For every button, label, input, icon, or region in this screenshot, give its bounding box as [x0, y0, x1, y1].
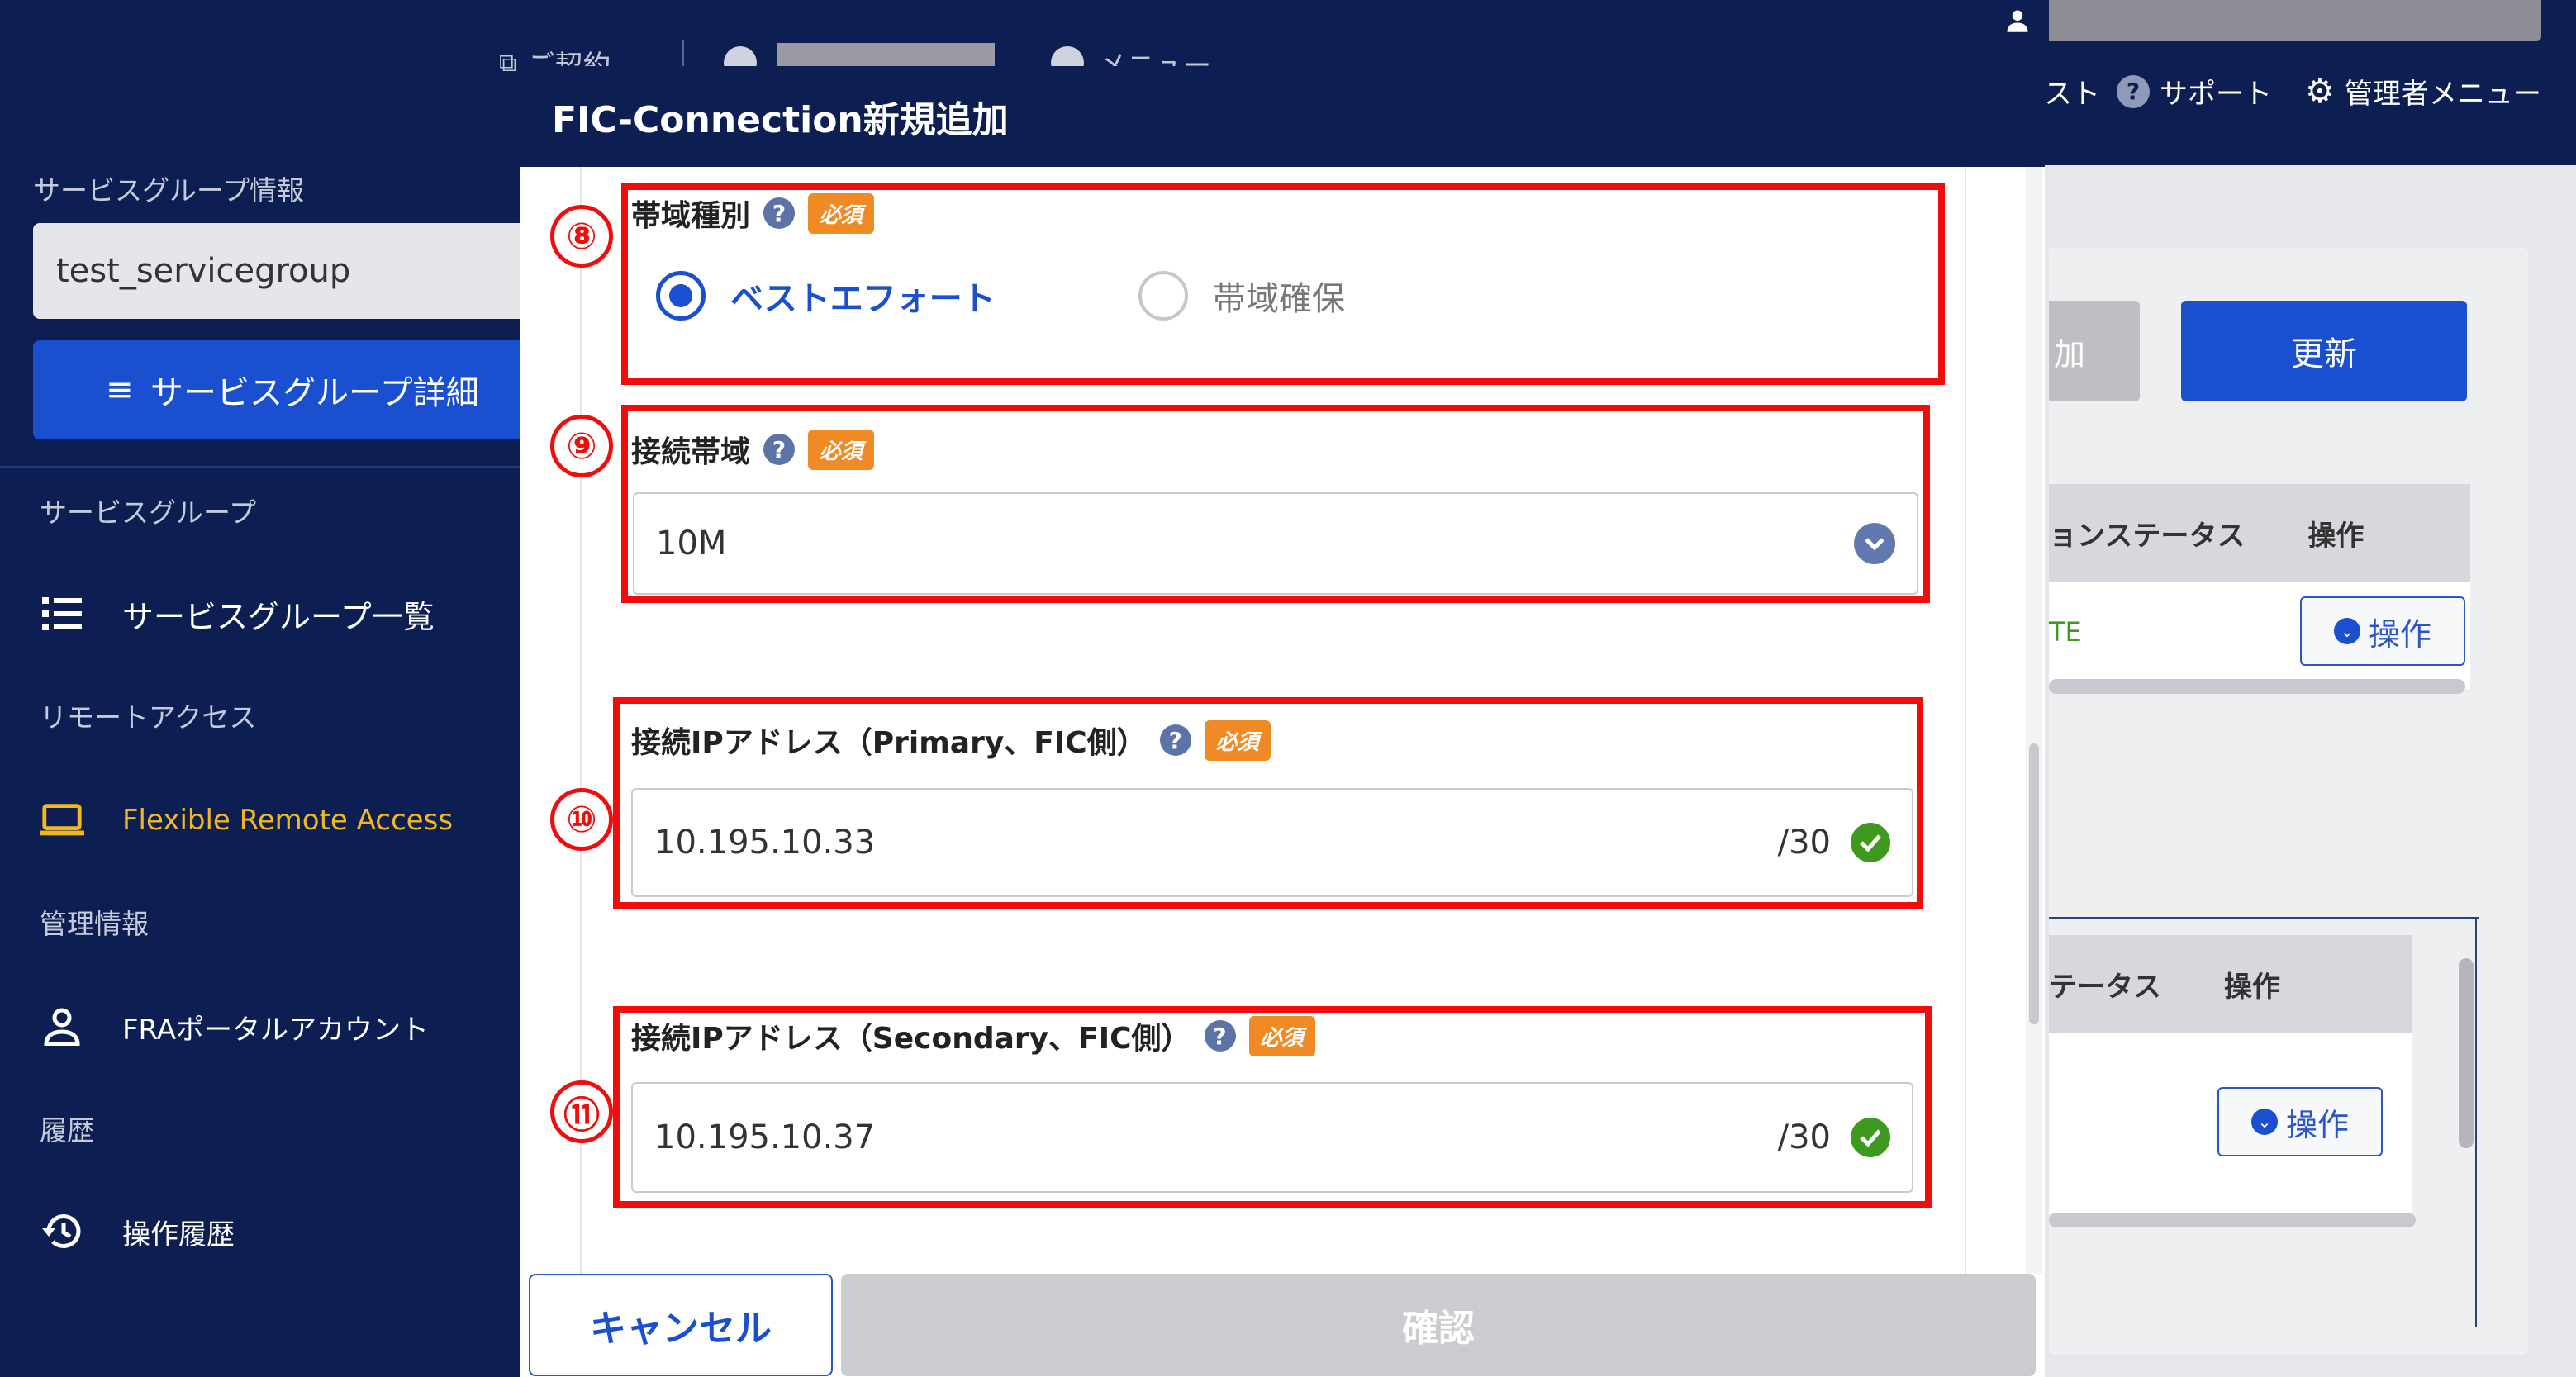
table2-top-line [2049, 917, 2479, 919]
list-link[interactable]: スト [2044, 71, 2100, 112]
required-badge: 必須 [808, 429, 875, 470]
form-border-right [1965, 167, 1966, 1274]
radio-selected-icon [656, 271, 706, 321]
sidebar-divider [0, 466, 529, 468]
sidebar-item-service-group-list[interactable]: サービスグループ一覧 [40, 585, 435, 643]
table1-scrollbar[interactable] [2049, 679, 2465, 694]
modal-scrollbar-track[interactable] [2026, 167, 2042, 1274]
section-title-management: 管理情報 [40, 908, 149, 940]
required-badge: 必須 [1248, 1015, 1315, 1056]
group-info-title: サービスグループ情報 [33, 174, 305, 207]
ip-primary-label: 接続IPアドレス（Primary、FIC側） ? 必須 [631, 719, 1271, 762]
table2-right-line [2475, 917, 2477, 1327]
table2-scrollbar[interactable] [2049, 1213, 2416, 1227]
modal-scrollbar-thumb[interactable] [2029, 743, 2039, 1024]
chevron-down-icon [1854, 523, 1895, 564]
help-icon[interactable]: ? [1204, 1020, 1236, 1052]
help-icon[interactable]: ? [1159, 724, 1191, 756]
sidebar-item-flexible-remote-access[interactable]: Flexible Remote Access [40, 791, 453, 849]
user-icon [1986, 0, 2049, 41]
annotation-number-10: ⑩ [550, 788, 613, 851]
table2-vertical-scrollbar[interactable] [2459, 958, 2474, 1148]
question-icon: ? [2117, 74, 2150, 108]
update-button[interactable]: 更新 [2181, 301, 2467, 401]
radio-best-effort[interactable]: ベストエフォート [656, 271, 996, 321]
annotation-number-9: ⑨ [550, 415, 613, 477]
network-icon: ⧉ [499, 49, 517, 78]
sidebar-item-operation-history[interactable]: 操作履歴 [40, 1203, 235, 1261]
laptop-icon [40, 804, 84, 837]
service-group-select[interactable]: test_servicegroup [33, 223, 529, 319]
support-link[interactable]: ? サポート [2117, 71, 2272, 112]
connection-bandwidth-select[interactable]: 10M [633, 492, 1918, 595]
table1-row-status: TE [2049, 616, 2082, 648]
chevron-down-icon: ⌄ [2250, 1109, 2278, 1135]
annotation-number-11: ⑪ [550, 1080, 613, 1143]
section-title-remote-access: リモートアクセス [40, 701, 257, 734]
connection-bandwidth-label: 接続帯域 ? 必須 [631, 428, 875, 471]
user-menu[interactable] [1986, 0, 2541, 41]
add-button[interactable]: 加 [2049, 301, 2140, 401]
help-icon[interactable]: ? [763, 434, 796, 465]
check-icon [1851, 823, 1890, 862]
cancel-button[interactable]: キャンセル [529, 1274, 833, 1376]
admin-menu-link[interactable]: ⚙ 管理者メニュー [2305, 71, 2541, 112]
radio-guaranteed[interactable]: 帯域確保 [1138, 271, 1345, 321]
required-badge: 必須 [808, 192, 875, 234]
table1-action-button[interactable]: ⌄ 操作 [2300, 596, 2465, 666]
radio-unselected-icon [1138, 271, 1188, 321]
required-badge: 必須 [1204, 719, 1271, 761]
sidebar-item-fra-portal-account[interactable]: FRAポータルアカウント [40, 998, 429, 1056]
table1-header: ョンステータス 操作 [2049, 484, 2470, 582]
chevron-down-icon: ⌄ [2333, 618, 2360, 644]
section-title-service-group: サービスグループ [40, 496, 257, 529]
modal-title: FIC-Connection新規追加 [520, 66, 2045, 167]
annotation-number-8: ⑧ [550, 205, 613, 268]
table2-header: テータス 操作 [2049, 935, 2412, 1033]
list-icon [40, 596, 84, 632]
person-icon [40, 1008, 84, 1046]
bandwidth-type-label: 帯域種別 ? 必須 [631, 192, 875, 235]
section-title-history: 履歴 [40, 1114, 94, 1147]
ip-secondary-label: 接続IPアドレス（Secondary、FIC側） ? 必須 [631, 1014, 1315, 1057]
help-icon[interactable]: ? [763, 197, 796, 229]
ip-secondary-input[interactable]: 10.195.10.37 /30 [631, 1082, 1913, 1193]
menu-lines-icon: ≡ [106, 371, 134, 409]
check-icon [1851, 1118, 1890, 1157]
gear-icon: ⚙ [2305, 72, 2335, 111]
service-group-detail-button[interactable]: ≡ サービスグループ詳細 [33, 340, 529, 439]
confirm-button[interactable]: 確認 [841, 1274, 2036, 1376]
table2-action-button[interactable]: ⌄ 操作 [2217, 1087, 2383, 1156]
history-icon [40, 1212, 84, 1251]
ip-primary-input[interactable]: 10.195.10.33 /30 [631, 788, 1913, 897]
